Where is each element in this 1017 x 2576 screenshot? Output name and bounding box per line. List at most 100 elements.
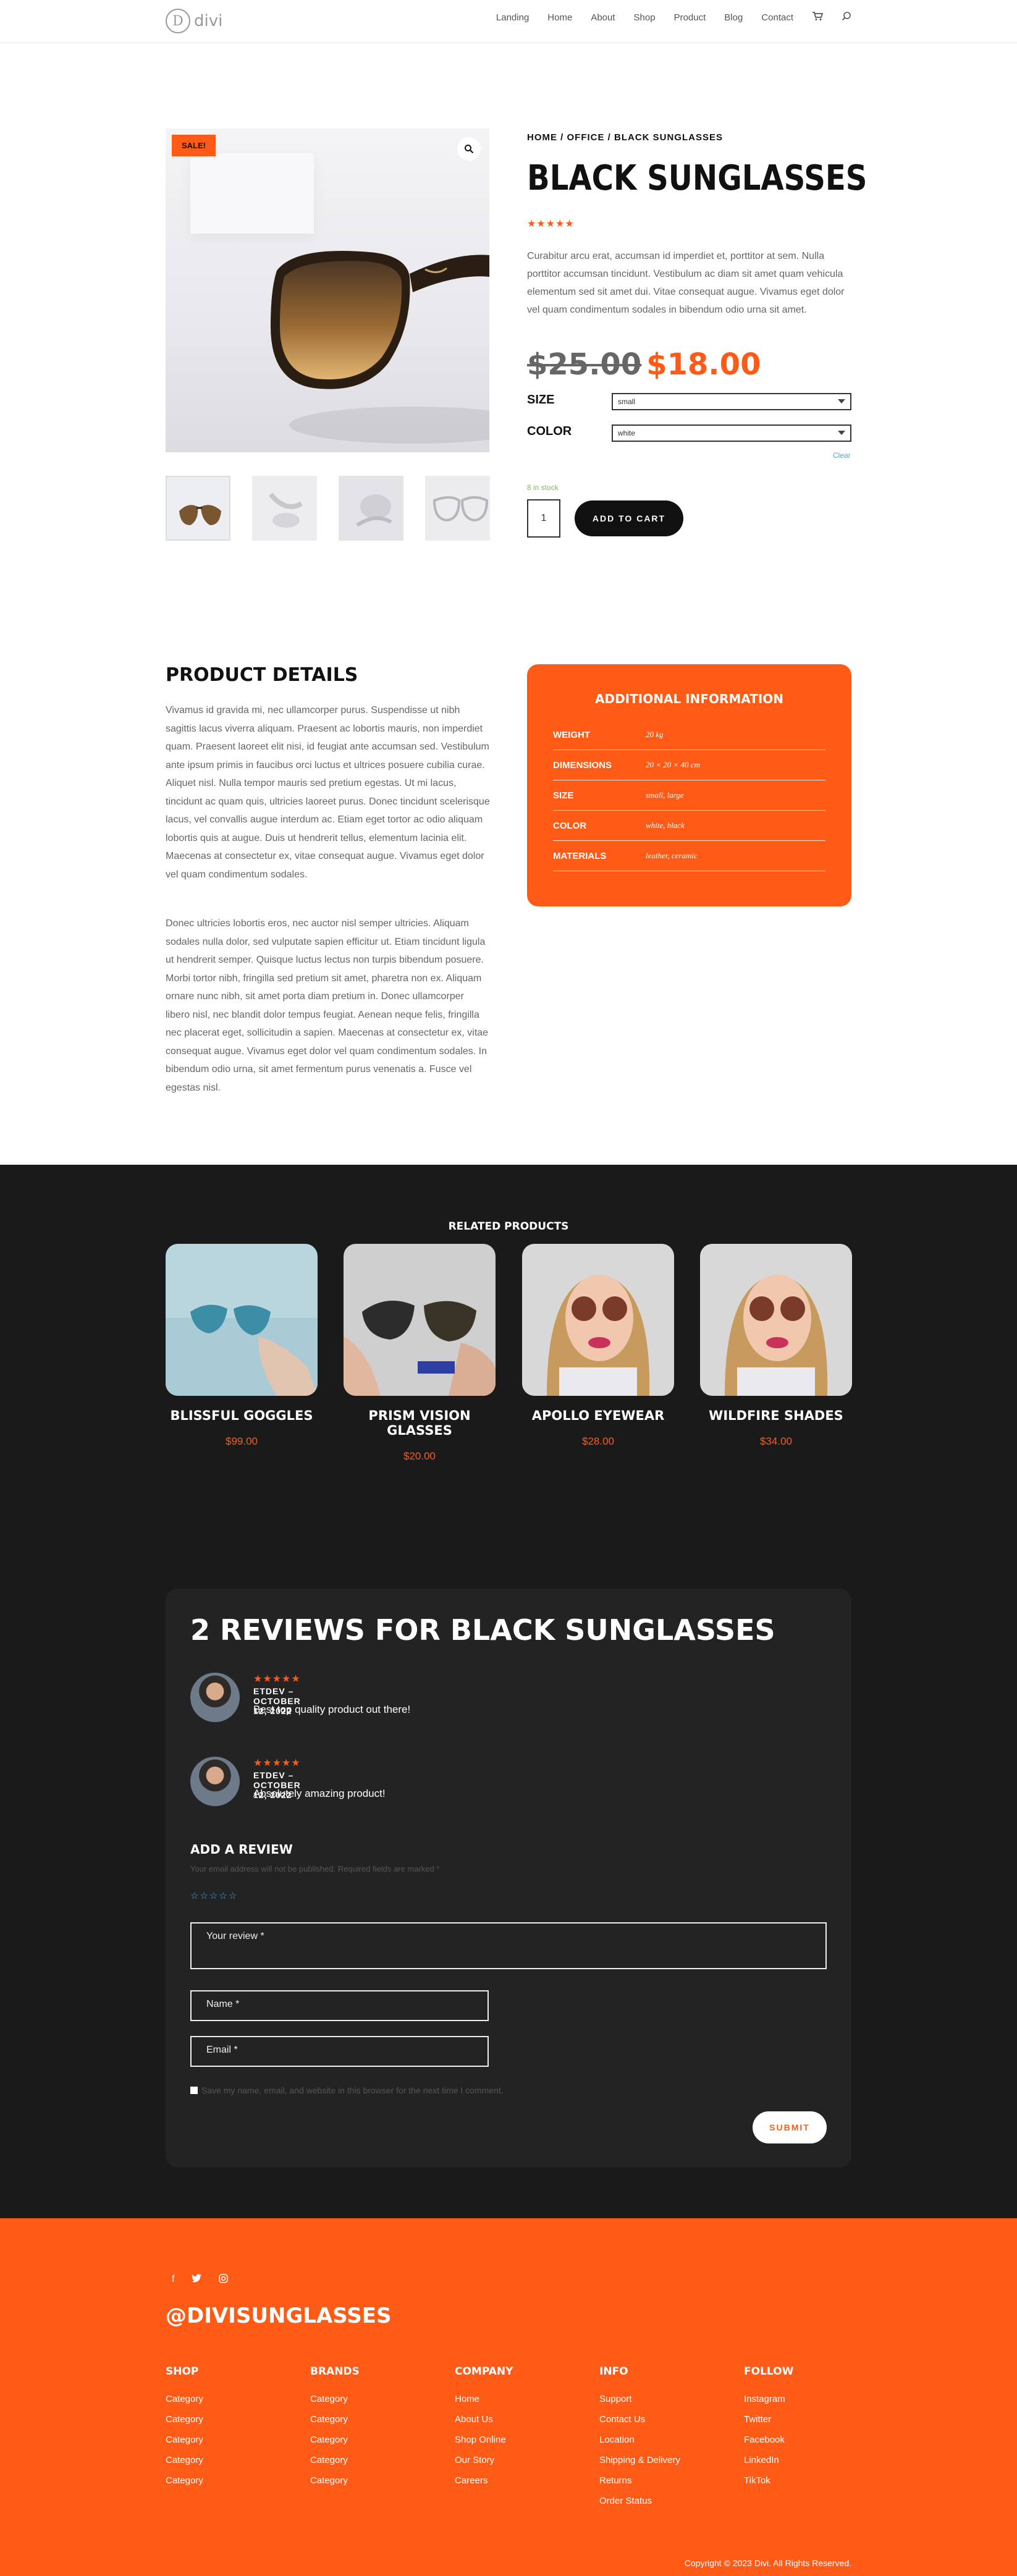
- footer-link[interactable]: Shop Online: [455, 2435, 513, 2445]
- footer-link[interactable]: Contact Us: [599, 2414, 680, 2425]
- info-key: SIZE: [553, 790, 574, 801]
- footer-column-brands: BRANDS Category Category Category Catego…: [310, 2365, 360, 2496]
- site-footer: f @DIVISUNGLASSES SHOP Category Category…: [0, 2218, 1017, 2576]
- nav-contact[interactable]: Contact: [761, 12, 793, 23]
- social-icons: f: [172, 2274, 229, 2286]
- related-product[interactable]: PRISM VISION GLASSES $20.00: [344, 1244, 496, 1463]
- related-product-image[interactable]: [344, 1244, 496, 1396]
- footer-link[interactable]: Returns: [599, 2475, 680, 2486]
- nav-product[interactable]: Product: [674, 12, 706, 23]
- thumbnail-3[interactable]: [339, 476, 403, 541]
- facebook-icon[interactable]: f: [172, 2274, 174, 2286]
- size-label: SIZE: [527, 393, 555, 407]
- footer-link[interactable]: Twitter: [744, 2414, 793, 2425]
- footer-link[interactable]: Category: [166, 2394, 203, 2404]
- add-to-cart-button[interactable]: ADD TO CART: [575, 500, 683, 536]
- details-title: PRODUCT DETAILS: [166, 664, 358, 686]
- footer-link[interactable]: Category: [166, 2475, 203, 2486]
- footer-column-company: COMPANY Home About Us Shop Online Our St…: [455, 2365, 513, 2496]
- logo[interactable]: D divi: [166, 9, 222, 33]
- thumbnail-1[interactable]: [166, 476, 230, 541]
- related-product[interactable]: WILDFIRE SHADES $34.00: [700, 1244, 852, 1448]
- related-product[interactable]: BLISSFUL GOGGLES $99.00: [166, 1244, 318, 1448]
- info-value: 20 kg: [646, 730, 664, 739]
- nav-landing[interactable]: Landing: [496, 12, 529, 23]
- email-field[interactable]: Email *: [190, 2036, 489, 2067]
- footer-link[interactable]: Category: [310, 2455, 360, 2465]
- color-select-value: white: [618, 429, 636, 437]
- rating-input[interactable]: ☆☆☆☆☆: [190, 1890, 238, 1901]
- details-paragraph-2: Donec ultricies lobortis eros, nec aucto…: [166, 918, 489, 1093]
- color-select[interactable]: white: [612, 424, 851, 442]
- info-row: SIZE small, large: [553, 780, 825, 811]
- consent-label: Save my name, email, and website in this…: [201, 2085, 504, 2095]
- footer-link[interactable]: Category: [310, 2475, 360, 2486]
- chevron-down-icon: [838, 399, 845, 403]
- size-select[interactable]: small: [612, 393, 851, 410]
- details-paragraph-1: Vivamus id gravida mi, nec ullamcorper p…: [166, 705, 490, 880]
- product-main-image[interactable]: [166, 129, 489, 452]
- nav-about[interactable]: About: [591, 12, 615, 23]
- info-row: COLOR white, black: [553, 811, 825, 841]
- footer-link[interactable]: About Us: [455, 2414, 513, 2425]
- related-product-name[interactable]: APOLLO EYEWEAR: [522, 1408, 674, 1423]
- related-product-name[interactable]: PRISM VISION GLASSES: [344, 1408, 496, 1438]
- related-product[interactable]: APOLLO EYEWEAR $28.00: [522, 1244, 674, 1448]
- submit-button[interactable]: SUBMIT: [753, 2111, 827, 2143]
- thumbnail-2[interactable]: [252, 476, 317, 541]
- footer-link[interactable]: TikTok: [744, 2475, 793, 2486]
- footer-link[interactable]: Support: [599, 2394, 680, 2404]
- related-product-image[interactable]: [700, 1244, 852, 1396]
- footer-link[interactable]: Category: [166, 2455, 203, 2465]
- footer-link[interactable]: Category: [310, 2435, 360, 2445]
- breadcrumb[interactable]: HOME / OFFICE / BLACK SUNGLASSES: [527, 132, 723, 143]
- consent-checkbox[interactable]: [190, 2087, 198, 2094]
- footer-link[interactable]: Category: [310, 2414, 360, 2425]
- name-field[interactable]: Name *: [190, 1990, 489, 2021]
- review-textarea[interactable]: Your review *: [190, 1922, 827, 1969]
- instagram-icon[interactable]: [219, 2274, 229, 2286]
- cart-icon[interactable]: [812, 11, 824, 24]
- consent-checkbox-row[interactable]: Save my name, email, and website in this…: [190, 2085, 504, 2095]
- related-product-price: $20.00: [403, 1450, 436, 1462]
- footer-link[interactable]: Location: [599, 2435, 680, 2445]
- info-value: white, black: [646, 821, 685, 830]
- social-handle: @DIVISUNGLASSES: [166, 2304, 392, 2328]
- info-key: DIMENSIONS: [553, 759, 612, 771]
- twitter-icon[interactable]: [192, 2274, 202, 2286]
- footer-link[interactable]: Instagram: [744, 2394, 793, 2404]
- quantity-input[interactable]: 1: [527, 499, 560, 538]
- search-icon[interactable]: [842, 11, 851, 24]
- footer-link[interactable]: Category: [310, 2394, 360, 2404]
- footer-link[interactable]: Our Story: [455, 2455, 513, 2465]
- related-product-name[interactable]: WILDFIRE SHADES: [700, 1408, 852, 1423]
- info-value: small, large: [646, 790, 684, 800]
- related-product-name[interactable]: BLISSFUL GOGGLES: [166, 1408, 318, 1423]
- additional-info-title: ADDITIONAL INFORMATION: [594, 691, 784, 706]
- stock-status: 8 in stock: [527, 483, 559, 492]
- footer-link[interactable]: Careers: [455, 2475, 513, 2486]
- thumbnail-4[interactable]: [425, 476, 490, 541]
- info-value: leather, ceramic: [646, 851, 698, 860]
- footer-link[interactable]: Category: [166, 2414, 203, 2425]
- nav-blog[interactable]: Blog: [724, 12, 743, 23]
- reviews-title: 2 REVIEWS FOR BLACK SUNGLASSES: [190, 1613, 775, 1647]
- price: $25.00 $18.00: [527, 347, 761, 382]
- zoom-icon[interactable]: [457, 137, 481, 161]
- footer-link[interactable]: Facebook: [744, 2435, 793, 2445]
- related-product-image[interactable]: [166, 1244, 318, 1396]
- info-row: WEIGHT 20 kg: [553, 720, 825, 750]
- footer-link[interactable]: Home: [455, 2394, 513, 2404]
- required-note: Your email address will not be published…: [190, 1864, 440, 1873]
- footer-link[interactable]: LinkedIn: [744, 2455, 793, 2465]
- footer-link[interactable]: Shipping & Delivery: [599, 2455, 680, 2465]
- footer-link[interactable]: Category: [166, 2435, 203, 2445]
- related-product-image[interactable]: [522, 1244, 674, 1396]
- nav-home[interactable]: Home: [547, 12, 572, 23]
- nav-shop[interactable]: Shop: [634, 12, 656, 23]
- info-key: WEIGHT: [553, 729, 590, 740]
- thumbnail-gallery: [166, 476, 490, 541]
- additional-info-card: ADDITIONAL INFORMATION WEIGHT 20 kg DIMEN…: [527, 664, 851, 906]
- clear-link[interactable]: Clear: [833, 451, 851, 460]
- footer-link[interactable]: Order Status: [599, 2496, 680, 2506]
